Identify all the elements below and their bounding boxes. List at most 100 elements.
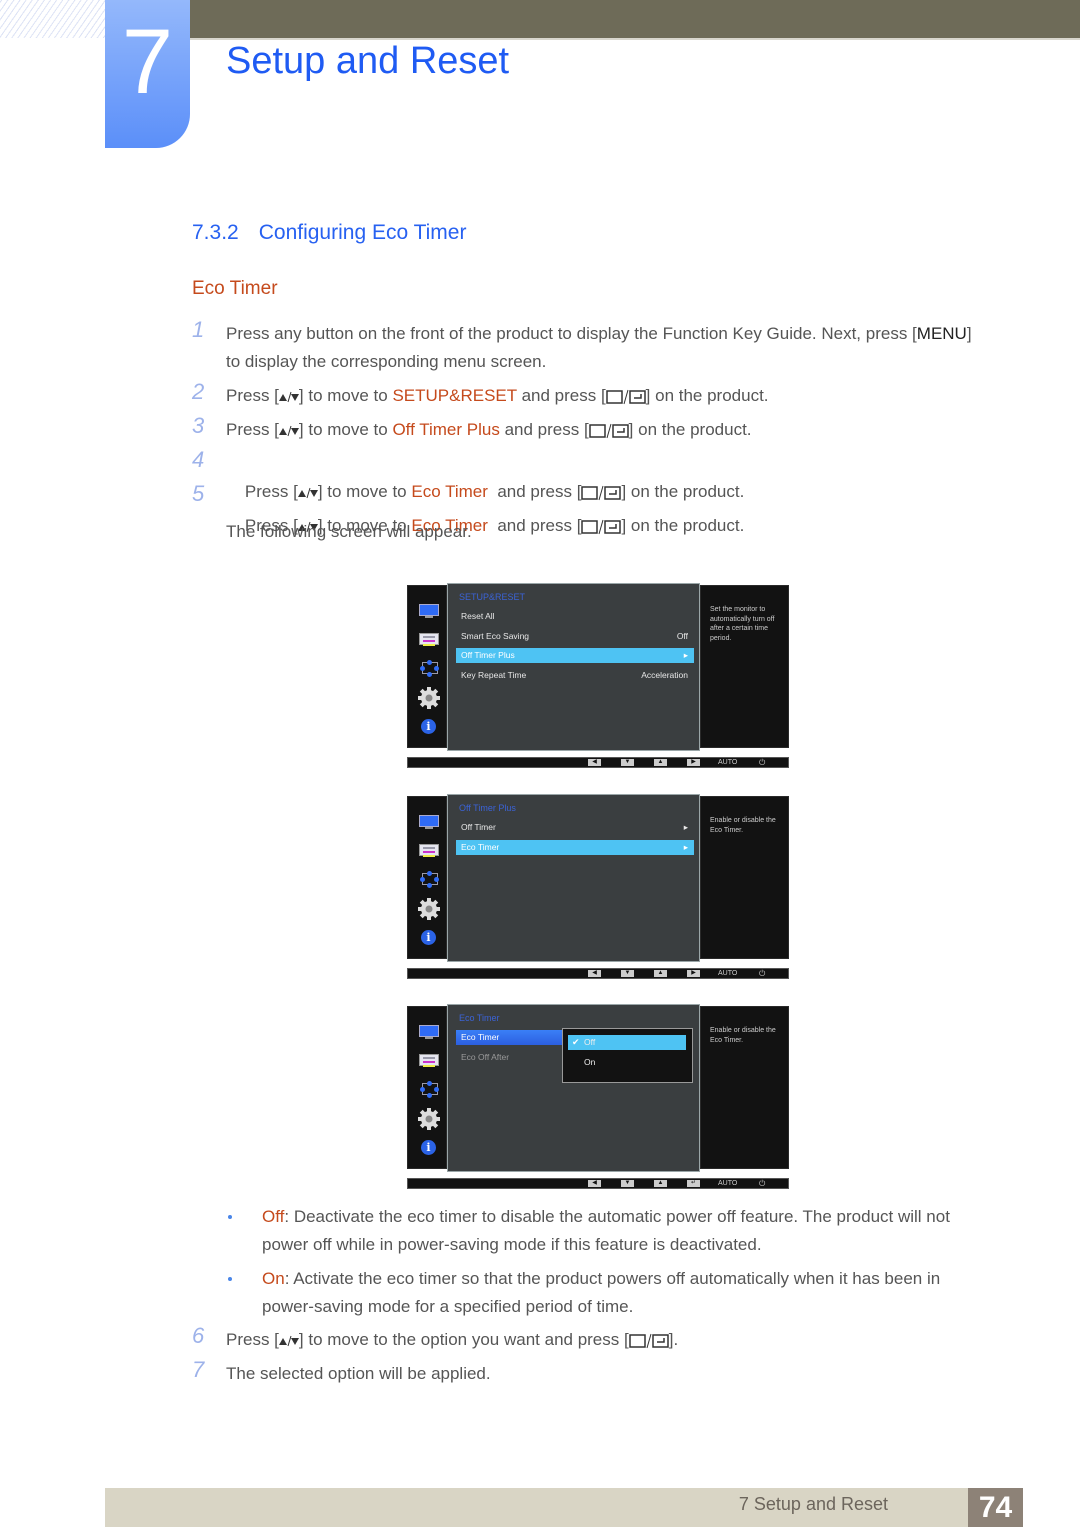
osd-menu-item[interactable]: Eco Timer ▸: [456, 840, 694, 855]
osd-menu-item[interactable]: Eco Timer: [456, 1030, 562, 1045]
step-text: Press [: [226, 420, 279, 439]
source-enter-key-icon: [628, 1333, 669, 1348]
osd-option[interactable]: On: [568, 1055, 686, 1070]
osd-menu-panel: Eco Timer Eco Timer Eco Off After ✔ Off On: [447, 1004, 700, 1172]
left-arrow-button[interactable]: ◀: [588, 1180, 601, 1187]
osd-icon-sidebar: i: [407, 1006, 447, 1169]
up-arrow-button[interactable]: ▲: [654, 970, 667, 977]
gear-icon: [418, 687, 440, 709]
source-enter-key-icon: [581, 519, 622, 534]
osd-menu-item-value: Off: [676, 631, 688, 641]
footer: 7 Setup and Reset 74: [105, 1488, 1023, 1527]
bullet-term: On: [262, 1269, 285, 1288]
osd-option[interactable]: ✔ Off: [568, 1035, 686, 1050]
bracket: ]: [966, 324, 972, 343]
osd-menu-item-value: ▸: [683, 650, 688, 660]
auto-button[interactable]: AUTO: [718, 1179, 737, 1189]
down-arrow-button[interactable]: ▼: [621, 970, 634, 977]
bullet-term: Off: [262, 1207, 285, 1226]
osd-menu-item[interactable]: Off Timer ▸: [456, 820, 694, 835]
step-number: 4: [192, 447, 205, 472]
step-text: and press [: [487, 516, 582, 535]
right-arrow-button[interactable]: ▶: [687, 970, 700, 977]
picture-monitor-icon: [419, 1025, 439, 1039]
osd-option-popup: ✔ Off On: [562, 1028, 693, 1083]
footer-chapter-label: 7 Setup and Reset: [738, 1494, 888, 1514]
osd-icon-sidebar: i: [407, 585, 447, 748]
osd-option-label: Off: [584, 1037, 596, 1047]
osd-menu-item[interactable]: Off Timer Plus ▸: [456, 648, 694, 663]
source-enter-key-icon: [605, 389, 646, 404]
step-text: ] to move to: [298, 420, 393, 439]
step-number: 2: [192, 379, 205, 404]
up-arrow-button[interactable]: ▲: [654, 759, 667, 766]
osd-menu-item-value: ▸: [683, 822, 688, 832]
osd-help-text: Enable or disable the Eco Timer.: [700, 796, 789, 959]
step-number: 5: [192, 481, 205, 506]
menu-target: Off Timer Plus: [392, 420, 500, 439]
up-arrow-button[interactable]: ▲: [654, 1180, 667, 1187]
step-text: Press [: [226, 386, 279, 405]
left-arrow-button[interactable]: ◀: [588, 759, 601, 766]
osd-menu-panel: Off Timer Plus Off Timer ▸ Eco Timer ▸: [447, 794, 700, 962]
size-position-icon: [420, 660, 439, 677]
osd-function-key-bar: ◀ ▼ ▲ ▶ AUTO ⏻: [407, 968, 789, 979]
right-arrow-button[interactable]: ▶: [687, 759, 700, 766]
size-position-icon: [420, 1081, 439, 1098]
step-text: Press [: [226, 1330, 279, 1349]
step-text: ] to move to the option you want and pre…: [298, 1330, 629, 1349]
step-number: 3: [192, 413, 205, 438]
osd-menu-item[interactable]: Smart Eco Saving Off: [456, 629, 694, 644]
step-text: ] on the product.: [645, 386, 769, 405]
step-text-line2: to display the corresponding menu screen…: [226, 352, 547, 371]
page-number: 74: [968, 1488, 1023, 1527]
picture-monitor-icon: [419, 815, 439, 829]
menu-key: MENU: [916, 324, 967, 343]
osd-menu-panel: SETUP&RESET Reset All Smart Eco Saving Off O…: [447, 583, 700, 751]
section-title: 7.3.2 Configuring Eco Timer: [192, 221, 466, 245]
osd-menu-item-value: ▸: [683, 842, 688, 852]
info-icon: i: [421, 1140, 436, 1155]
bullet-dot: [228, 1277, 232, 1281]
chapter-title: Setup and Reset: [226, 40, 510, 82]
osd-screen: i SETUP&RESET Reset All Smart Eco Saving Off…: [406, 583, 790, 781]
enter-button[interactable]: ↵: [687, 1180, 700, 1187]
bullet-off: Off: Deactivate the eco timer to disable…: [228, 1203, 992, 1259]
step-text: and press [: [499, 420, 589, 439]
osd-option-label: On: [584, 1057, 596, 1067]
osd-menu-item-label: Smart Eco Saving: [461, 631, 530, 641]
header-hatch-pattern: [0, 0, 110, 38]
step-number: 1: [192, 317, 205, 342]
up-down-arrow-icon: [278, 391, 299, 402]
down-arrow-button[interactable]: ▼: [621, 1180, 634, 1187]
power-icon[interactable]: ⏻: [759, 758, 765, 768]
step-text: ] on the product.: [621, 516, 745, 535]
section-title-text: Configuring Eco Timer: [258, 221, 467, 244]
power-icon[interactable]: ⏻: [759, 1179, 765, 1189]
power-icon[interactable]: ⏻: [759, 969, 765, 979]
step-text: ] to move to: [298, 386, 393, 405]
osd-menu-title: SETUP&RESET: [459, 592, 526, 602]
gear-icon: [418, 1108, 440, 1130]
gear-icon: [418, 898, 440, 920]
osd-screen: i Off Timer Plus Off Timer ▸ Eco Timer ▸ Enabl…: [406, 794, 790, 992]
auto-button[interactable]: AUTO: [718, 758, 737, 768]
color-icon: [419, 1054, 439, 1067]
left-arrow-button[interactable]: ◀: [588, 970, 601, 977]
color-icon: [419, 844, 439, 857]
bullet-text: : Activate the eco timer so that the pro…: [262, 1269, 941, 1316]
step-text: and press [: [516, 386, 606, 405]
osd-menu-item[interactable]: Reset All: [456, 609, 694, 624]
picture-monitor-icon: [419, 604, 439, 618]
osd-function-key-bar: ◀ ▼ ▲ ▶ AUTO ⏻: [407, 757, 789, 768]
osd-menu-item[interactable]: Key Repeat Time Acceleration: [456, 668, 694, 683]
down-arrow-button[interactable]: ▼: [621, 759, 634, 766]
osd-help-text: Set the monitor to automatically turn of…: [700, 585, 789, 748]
step-text: ] on the product.: [628, 420, 752, 439]
osd-help-text: Enable or disable the Eco Timer.: [700, 1006, 789, 1169]
step-text: Press any button on the front of the pro…: [226, 324, 917, 343]
auto-button[interactable]: AUTO: [718, 969, 737, 979]
osd-menu-item-label: Eco Timer: [461, 842, 500, 852]
menu-target: SETUP&RESET: [392, 386, 517, 405]
step-number: 6: [192, 1323, 205, 1348]
